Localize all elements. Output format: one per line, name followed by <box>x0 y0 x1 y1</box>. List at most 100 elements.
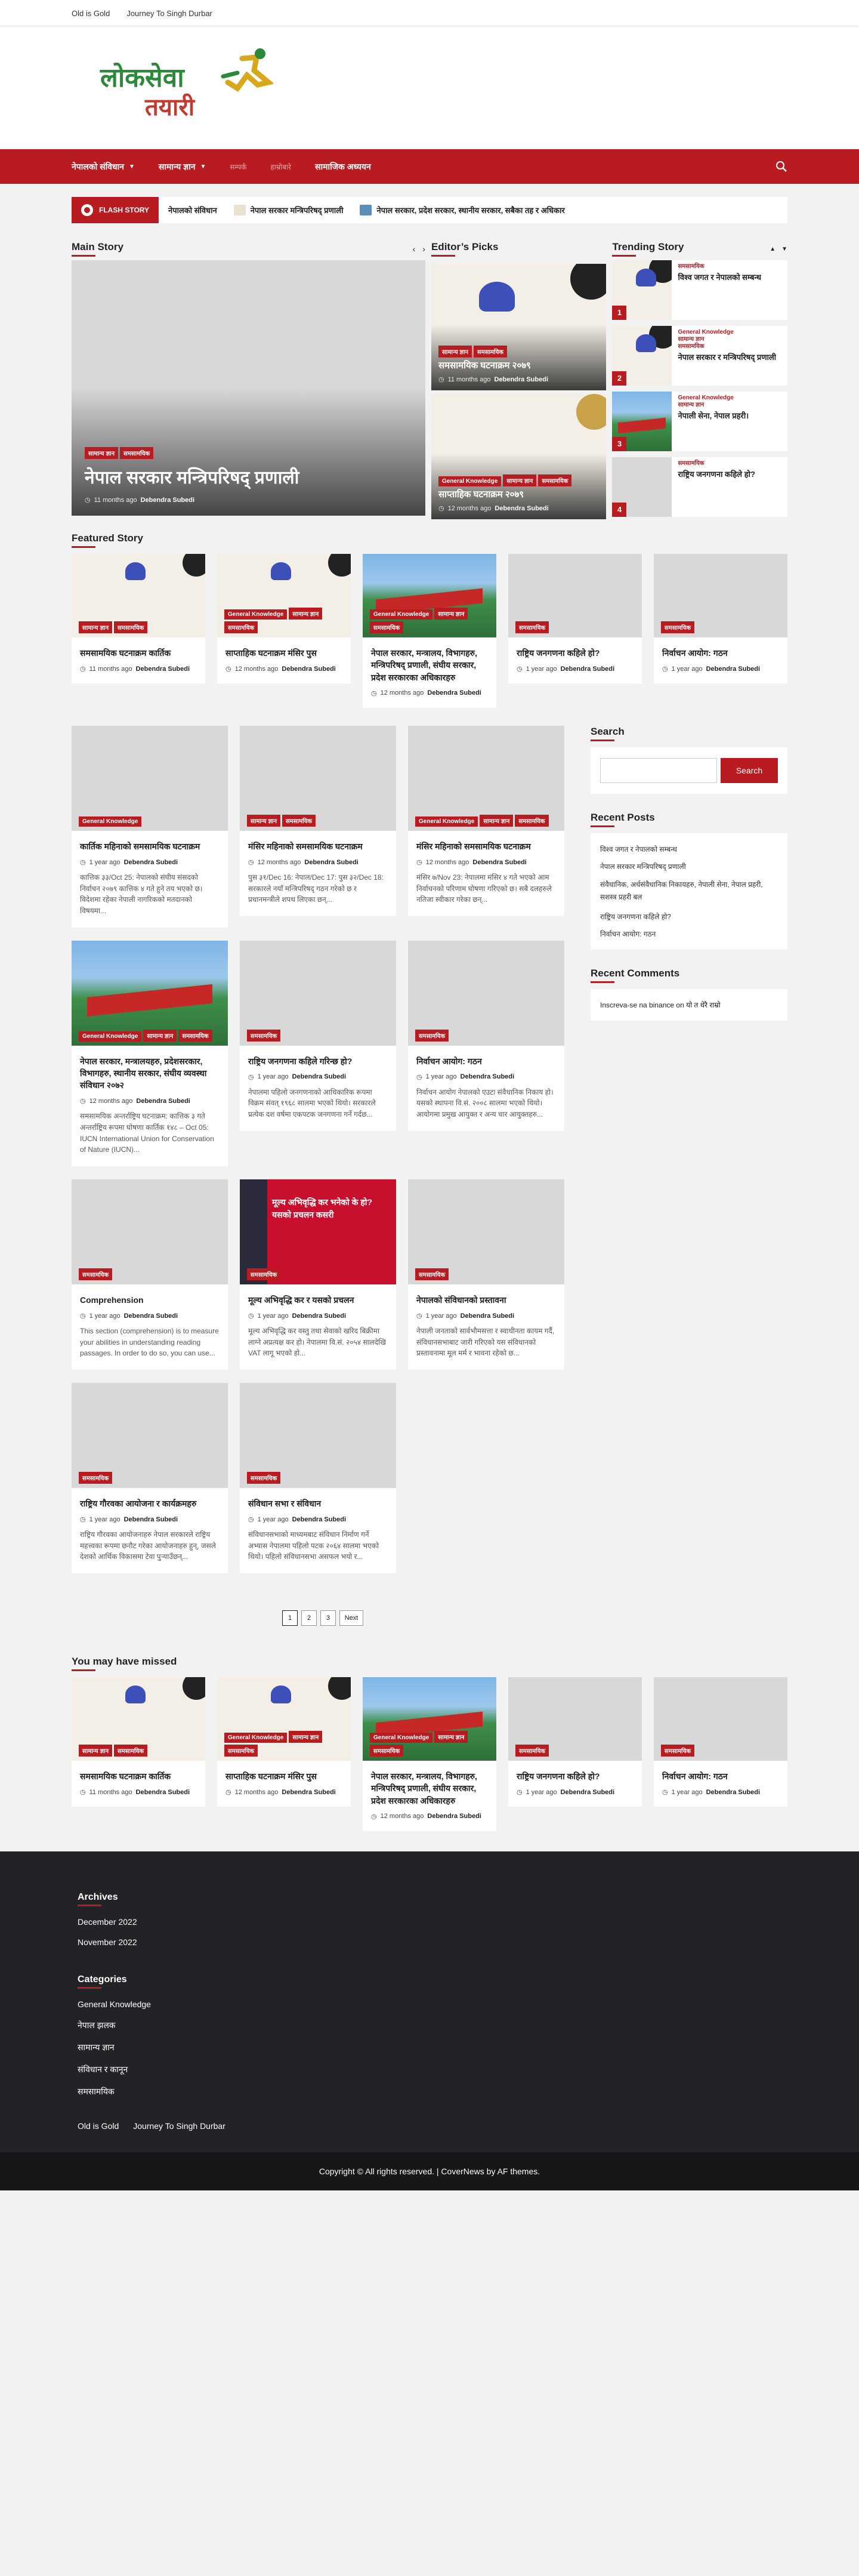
post-thumbnail[interactable]: सामान्य ज्ञान समसामयिक <box>240 725 396 831</box>
featured-card[interactable]: General Knowledge सामान्य ज्ञान समसामयिक सा… <box>217 554 351 684</box>
post-title[interactable]: समसामयिक घटनाक्रम कार्तिक <box>80 647 197 659</box>
site-logo[interactable]: लोकसेवा तयारी <box>100 47 274 124</box>
author-link[interactable]: Debendra Subedi <box>282 665 335 673</box>
post-title[interactable]: मंसिर महिनाको समसामयिक घटनाक्रम <box>416 840 556 852</box>
category-badge[interactable]: General Knowledge <box>79 816 142 827</box>
category-badge[interactable]: समसामयिक <box>282 814 316 827</box>
search-button[interactable]: Search <box>721 757 778 783</box>
category-badge[interactable]: सामान्य ज्ञान <box>85 447 118 459</box>
editor-pick-card[interactable]: General Knowledge सामान्य ज्ञान समसामयिक स… <box>431 394 607 519</box>
post-title[interactable]: राष्ट्रिय जनगणना कहिले हो? <box>517 1770 634 1782</box>
missed-card[interactable]: समसामयिक निर्वाचन आयोग: गठन ◷ 1 year ago Deb… <box>654 1677 787 1807</box>
author-link[interactable]: Debendra Subedi <box>561 665 614 673</box>
nav-item-about[interactable]: हाम्रोबारे <box>270 162 291 172</box>
flash-item[interactable]: नेपाल सरकार मन्त्रिपरिषद् प्रणाली <box>233 205 343 215</box>
category-badge[interactable]: सामान्य ज्ञान <box>503 474 537 486</box>
post-thumbnail[interactable]: General Knowledgeसामान्य ज्ञानसमसामयिक <box>217 554 351 637</box>
category-badge[interactable]: समसामयिक <box>473 346 508 358</box>
category-badge[interactable]: General Knowledge <box>370 1732 433 1743</box>
post-title[interactable]: कार्तिक महिनाको समसामयिक घटनाक्रम <box>80 840 220 852</box>
category-badge[interactable]: समसामयिक <box>114 1744 148 1757</box>
post-title[interactable]: मूल्य अभिवृद्धि कर र यसको प्रचलन <box>248 1294 388 1306</box>
category-badge[interactable]: समसामयिक <box>415 1029 449 1042</box>
author-link[interactable]: Debendra Subedi <box>461 1073 514 1080</box>
category-badge[interactable]: सामान्य ज्ञान <box>79 621 112 633</box>
category-badge[interactable]: सामान्य ज्ञान <box>480 814 514 827</box>
main-story-card[interactable]: सामान्य ज्ञान समसामयिक नेपाल सरकार मन्त्र… <box>72 260 425 516</box>
author-link[interactable]: Debendra Subedi <box>461 1312 514 1320</box>
category-badge[interactable]: सामान्य ज्ञान <box>434 608 468 620</box>
post-card[interactable]: समसामयिक Comprehension ◷ 1 year ago Debendra… <box>72 1179 228 1370</box>
post-title[interactable]: नेपाल सरकार, मन्त्रालय, विभागहरु, मन्त्र… <box>371 1770 488 1807</box>
category-badge[interactable]: समसामयिक <box>178 1029 212 1042</box>
chevron-right-icon[interactable]: › <box>422 244 425 254</box>
category-badge[interactable]: सामान्य ज्ञान <box>247 814 280 827</box>
recent-post-link[interactable]: विश्व जगत र नेपालको सम्बन्ध <box>600 844 778 854</box>
trending-title[interactable]: राष्ट्रिय जनगणना कहिले हो? <box>678 469 755 480</box>
author-link[interactable]: Debendra Subedi <box>292 1073 346 1080</box>
category-badge[interactable]: समसामयिक <box>224 621 258 633</box>
post-title[interactable]: नेपाल सरकार, मन्त्रालय, विभागहरु, मन्त्र… <box>371 647 488 683</box>
post-thumbnail[interactable]: General Knowledgeसामान्य ज्ञानसमसामयिक <box>217 1677 351 1761</box>
post-card[interactable]: समसामयिक निर्वाचन आयोग: गठन ◷ 1 year ago Deb… <box>408 940 564 1131</box>
post-thumbnail[interactable]: समसामयिक <box>72 1179 228 1284</box>
post-card[interactable]: मूल्य अभिवृद्धि कर भनेको के हो? यसको प्रच… <box>240 1179 396 1370</box>
featured-card[interactable]: General Knowledge सामान्य ज्ञान समसामयिक ने… <box>363 554 496 708</box>
trending-title[interactable]: नेपाली सेना, नेपाल प्रहरी। <box>678 411 749 421</box>
author-link[interactable]: Debendra Subedi <box>706 1789 760 1796</box>
category-badge[interactable]: समसामयिक <box>515 621 549 633</box>
author-link[interactable]: Debendra Subedi <box>124 1516 178 1523</box>
post-title[interactable]: निर्वाचन आयोग: गठन <box>662 1770 779 1782</box>
trending-item[interactable]: 1 समसामयिक विश्व जगत र नेपालको सम्बन्ध <box>612 260 787 320</box>
category-badge[interactable]: समसामयिक <box>120 447 154 459</box>
page-3-button[interactable]: 3 <box>320 1610 336 1626</box>
trending-title[interactable]: नेपाल सरकार र मन्त्रिपरिषद् प्रणाली <box>678 352 776 363</box>
category-badge[interactable]: समसामयिक <box>415 1268 449 1280</box>
recent-post-link[interactable]: राष्ट्रिय जनगणना कहिले हो? <box>600 911 778 922</box>
footer-link-old-is-gold[interactable]: Old is Gold <box>78 2121 119 2131</box>
post-title[interactable]: समसामयिक घटनाक्रम कार्तिक <box>80 1770 197 1782</box>
author-link[interactable]: Debendra Subedi <box>427 689 481 697</box>
editor-pick-title[interactable]: समसामयिक घटनाक्रम २०७९ <box>438 359 600 372</box>
post-title[interactable]: नेपाल सरकार, मन्त्रालयहरु, प्रदेशसरकार, … <box>80 1055 220 1092</box>
post-card[interactable]: सामान्य ज्ञान समसामयिक मंसिर महिनाको समसाम… <box>240 725 396 916</box>
editor-pick-card[interactable]: सामान्य ज्ञान समसामयिक समसामयिक घटनाक्रम … <box>431 264 607 390</box>
post-thumbnail[interactable]: समसामयिक <box>654 554 787 637</box>
category-badge[interactable]: समसामयिक <box>538 474 572 486</box>
post-title[interactable]: राष्ट्रिय जनगणना कहिले गरिन्छ हो? <box>248 1055 388 1067</box>
search-icon[interactable] <box>775 161 787 172</box>
category-badge[interactable]: समसामयिक <box>247 1268 281 1280</box>
category-badge[interactable]: सामान्य ज्ञान <box>143 1029 177 1042</box>
post-title[interactable]: साप्ताहिक घटनाक्रम मंसिर पुस <box>225 647 342 659</box>
flash-item[interactable]: नेपालको संविधान <box>168 205 217 215</box>
category-badge[interactable]: सामान्य ज्ञान <box>438 346 472 358</box>
post-thumbnail[interactable]: General Knowledgeसामान्य ज्ञानसमसामयिक <box>408 725 564 831</box>
post-thumbnail[interactable]: General Knowledgeसामान्य ज्ञानसमसामयिक <box>363 1677 496 1761</box>
post-title[interactable]: निर्वाचन आयोग: गठन <box>416 1055 556 1067</box>
category-label[interactable]: सामान्य ज्ञान <box>678 402 749 408</box>
category-badge[interactable]: General Knowledge <box>415 816 478 827</box>
post-title[interactable]: राष्ट्रिय गौरवका आयोजना र कार्यक्रमहरु <box>80 1497 220 1509</box>
post-card[interactable]: समसामयिक राष्ट्रिय जनगणना कहिले गरिन्छ हो… <box>240 940 396 1131</box>
post-card[interactable]: समसामयिक संविधान सभा र संविधान ◷ 1 year ago… <box>240 1382 396 1573</box>
comment-post-link[interactable]: यो त धेरै राम्रो <box>686 1001 721 1009</box>
category-label[interactable]: General Knowledge <box>678 395 749 401</box>
author-link[interactable]: Debendra Subedi <box>495 505 548 512</box>
post-thumbnail[interactable]: सामान्य ज्ञान समसामयिक <box>72 554 205 637</box>
nav-item-contact[interactable]: सम्पर्क <box>230 162 246 172</box>
category-link[interactable]: समसामयिक <box>78 2087 115 2096</box>
category-badge[interactable]: General Knowledge <box>224 609 288 620</box>
category-badge[interactable]: General Knowledge <box>370 609 433 620</box>
author-link[interactable]: Debendra Subedi <box>282 1789 335 1796</box>
category-label[interactable]: General Knowledge <box>678 329 776 335</box>
post-card[interactable]: General Knowledge सामान्य ज्ञान समसामयिक ने… <box>72 940 228 1166</box>
theme-link[interactable]: CoverNews by AF themes. <box>441 2167 540 2176</box>
post-thumbnail[interactable]: समसामयिक <box>508 554 642 637</box>
post-card[interactable]: General Knowledge कार्तिक महिनाको समसामयि… <box>72 725 228 928</box>
author-link[interactable]: Debendra Subedi <box>561 1789 614 1796</box>
recent-post-link[interactable]: नेपाल सरकार मन्त्रिपरिषद् प्रणाली <box>600 861 778 871</box>
category-badge[interactable]: समसामयिक <box>114 621 148 633</box>
trending-item[interactable]: 3 General Knowledge सामान्य ज्ञान नेपाली से… <box>612 392 787 451</box>
category-badge[interactable]: सामान्य ज्ञान <box>434 1730 468 1743</box>
post-thumbnail[interactable]: समसामयिक <box>408 1179 564 1284</box>
